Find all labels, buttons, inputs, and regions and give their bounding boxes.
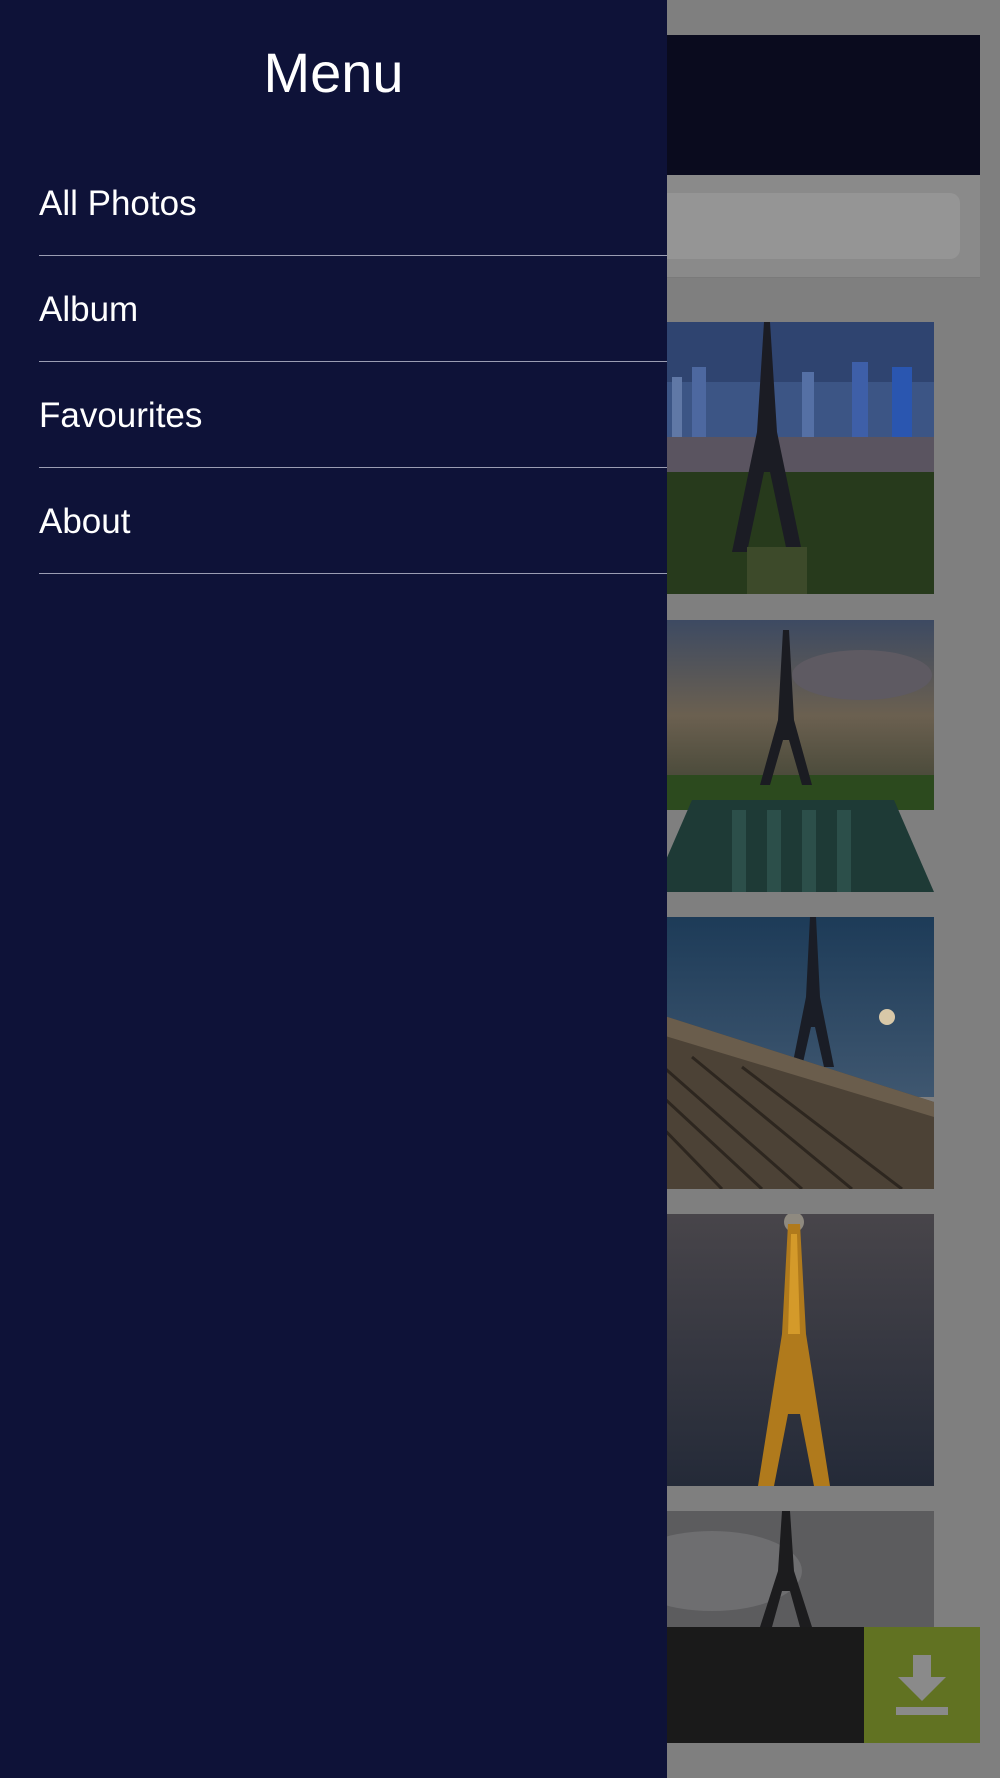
navigation-drawer: Menu All Photos Album Favourites About (0, 0, 667, 1778)
menu-item-favourites[interactable]: Favourites (0, 362, 667, 468)
menu-item-label: Favourites (39, 396, 203, 435)
download-arrow-icon (896, 1655, 948, 1715)
photo-thumbnail[interactable] (652, 1511, 934, 1627)
eiffel-tower-trocadero-steps-image (652, 917, 934, 1189)
menu-list: All Photos Album Favourites About (0, 150, 667, 574)
divider (39, 573, 667, 574)
menu-item-label: All Photos (39, 184, 197, 223)
menu-item-about[interactable]: About (0, 468, 667, 574)
menu-item-label: Album (39, 290, 139, 329)
eiffel-tower-city-skyline-image (652, 322, 934, 594)
photo-thumbnail[interactable] (652, 322, 934, 594)
photo-thumbnail[interactable] (652, 1214, 934, 1486)
eiffel-tower-cloudy-image (652, 1511, 934, 1627)
photo-thumbnail[interactable] (652, 917, 934, 1189)
menu-item-all-photos[interactable]: All Photos (0, 150, 667, 256)
eiffel-tower-sunset-fountain-image (652, 620, 934, 892)
download-button[interactable] (864, 1627, 980, 1743)
menu-item-label: About (39, 502, 131, 541)
eiffel-tower-night-lights-image (652, 1214, 934, 1486)
drawer-title: Menu (263, 41, 404, 104)
photo-thumbnail[interactable] (652, 620, 934, 892)
menu-item-album[interactable]: Album (0, 256, 667, 362)
